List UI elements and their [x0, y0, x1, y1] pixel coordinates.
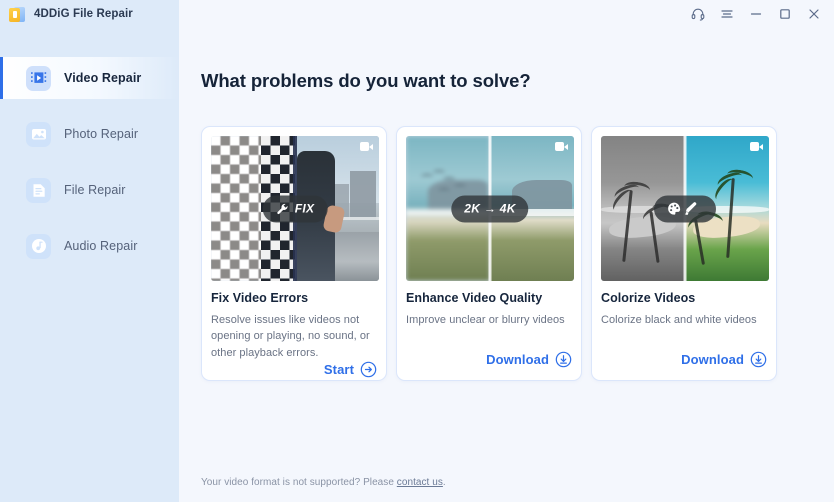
card-badge-label: FIX	[294, 201, 315, 216]
card-action-label: Download	[681, 352, 744, 367]
card-thumbnail	[601, 136, 769, 281]
sidebar-item-photo-repair[interactable]: Photo Repair	[0, 113, 179, 155]
window-controls	[690, 0, 834, 28]
card-thumbnail: 2K → 4K	[406, 136, 574, 281]
card-thumbnail: FIX	[211, 136, 379, 281]
card-description: Improve unclear or blurry videos	[406, 314, 565, 326]
video-camera-icon	[750, 142, 763, 151]
card-title: Colorize Videos	[601, 291, 696, 305]
card-description: Resolve issues like videos not opening o…	[211, 314, 370, 359]
card-title: Fix Video Errors	[211, 291, 309, 305]
sidebar-item-label: File Repair	[64, 183, 126, 197]
sidebar-item-video-repair[interactable]: Video Repair	[0, 57, 179, 99]
download-button[interactable]: Download	[601, 351, 767, 368]
photo-repair-icon	[26, 121, 51, 147]
card-badge: FIX	[262, 195, 328, 222]
sidebar: Video Repair Photo Repair File Repair Au…	[0, 28, 179, 502]
footer-text: Your video format is not supported? Plea…	[201, 477, 397, 488]
sidebar-item-label: Video Repair	[64, 71, 142, 85]
download-circle-icon	[750, 351, 767, 368]
card-list: FIX Fix Video Errors Resolve issues like…	[201, 126, 777, 381]
card-action-label: Start	[323, 361, 354, 377]
card-fix-video-errors[interactable]: FIX Fix Video Errors Resolve issues like…	[201, 126, 387, 381]
card-description: Colorize black and white videos	[601, 314, 757, 326]
video-camera-icon	[360, 142, 373, 151]
card-badge	[654, 195, 716, 222]
download-button[interactable]: Download	[406, 351, 572, 368]
support-headset-icon[interactable]	[690, 7, 705, 22]
main-content: What problems do you want to solve? FIX …	[179, 28, 834, 502]
card-colorize-videos[interactable]: Colorize Videos Colorize black and white…	[591, 126, 777, 381]
palette-brush-icon	[667, 201, 697, 216]
start-button[interactable]: Start	[211, 361, 377, 378]
sidebar-item-file-repair[interactable]: File Repair	[0, 169, 179, 211]
card-enhance-video-quality[interactable]: 2K → 4K Enhance Video Quality Improve un…	[396, 126, 582, 381]
footer-suffix: .	[442, 477, 446, 488]
minimize-icon[interactable]	[748, 7, 763, 22]
file-repair-icon	[26, 177, 51, 203]
maximize-icon[interactable]	[777, 7, 792, 22]
app-document-icon	[9, 6, 26, 23]
footer-note: Your video format is not supported? Plea…	[201, 477, 446, 488]
card-badge-label: 2K → 4K	[464, 201, 516, 216]
title-bar-left: 4DDiG File Repair	[0, 0, 179, 28]
title-bar: 4DDiG File Repair	[0, 0, 834, 28]
close-icon[interactable]	[806, 7, 821, 22]
card-title: Enhance Video Quality	[406, 291, 543, 305]
download-circle-icon	[555, 351, 572, 368]
video-camera-icon	[555, 142, 568, 151]
contact-us-link[interactable]: contact us	[397, 477, 443, 488]
wrench-icon	[277, 203, 288, 214]
page-title: What problems do you want to solve?	[201, 70, 531, 91]
menu-icon[interactable]	[719, 7, 734, 22]
arrow-right-circle-icon	[360, 361, 377, 378]
video-repair-icon	[26, 65, 51, 91]
sidebar-item-label: Audio Repair	[64, 239, 138, 253]
app-title: 4DDiG File Repair	[34, 8, 133, 20]
sidebar-item-label: Photo Repair	[64, 127, 139, 141]
audio-repair-icon	[26, 233, 51, 259]
sidebar-item-audio-repair[interactable]: Audio Repair	[0, 225, 179, 267]
card-action-label: Download	[486, 352, 549, 367]
app-window: 4DDiG File Repair Video Repair Photo Rep…	[0, 0, 834, 502]
card-badge: 2K → 4K	[451, 195, 529, 222]
